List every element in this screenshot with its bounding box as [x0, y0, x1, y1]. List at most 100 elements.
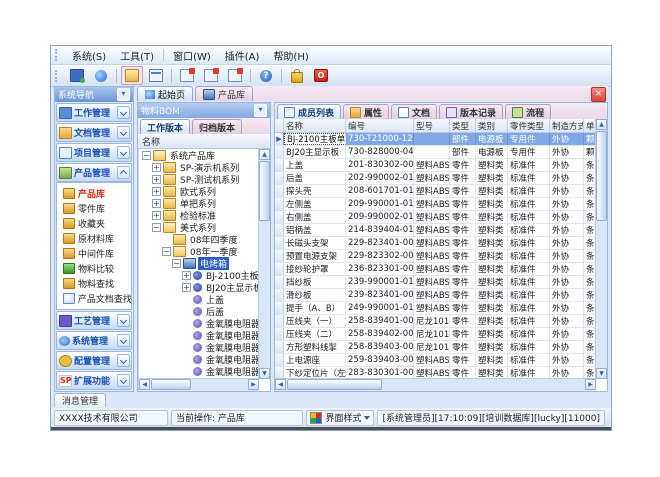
- menu-item[interactable]: 插件(A): [218, 46, 267, 65]
- doc-window-3-button[interactable]: [224, 66, 246, 85]
- chevron-down-icon[interactable]: [117, 146, 130, 159]
- table-row[interactable]: 长磁头支架229-823401-00E塑料ABS零件塑料类标准件外协条: [275, 237, 596, 250]
- toolbar-grip[interactable]: [55, 70, 61, 82]
- column-header[interactable]: 名称: [284, 119, 346, 132]
- table-row[interactable]: 探头壳208-601701-01E塑料ABS零件塑料类标准件外协条: [275, 185, 596, 198]
- table-row[interactable]: 接纱轮护罩236-823301-00E塑料ABS零件塑料类标准件外协条: [275, 263, 596, 276]
- tree-node[interactable]: 08年一季度: [139, 245, 259, 257]
- doc-window-1-button[interactable]: [176, 66, 198, 85]
- column-header[interactable]: 编号: [346, 119, 414, 132]
- sidebar-section-1[interactable]: 工作管理: [56, 103, 132, 122]
- tree-node[interactable]: 后盖: [139, 305, 259, 317]
- sidebar-section-7[interactable]: 配置管理: [56, 351, 132, 370]
- tree-node[interactable]: 电烤箱: [139, 257, 259, 269]
- tree-node[interactable]: 金氧膜电阻器: [139, 341, 259, 353]
- table-row[interactable]: ▶BJ-2100主板单点730-T21000-12E部件电源板专用件外协颗: [275, 133, 596, 146]
- column-header[interactable]: 类型: [450, 119, 476, 132]
- exit-button[interactable]: O: [310, 66, 332, 85]
- scroll-down-icon[interactable]: ▼: [596, 368, 607, 379]
- detail-tab-4[interactable]: 版本记录: [439, 104, 503, 119]
- chevron-down-icon[interactable]: [117, 334, 130, 347]
- sidebar-item-6[interactable]: 物料比较: [57, 261, 131, 276]
- table-row[interactable]: 左侧盖209-990001-01E塑料ABS零件塑料类标准件外协条: [275, 198, 596, 211]
- tree-node[interactable]: SP-测试机系列: [139, 173, 259, 185]
- chevron-down-icon[interactable]: [117, 374, 130, 387]
- table-row[interactable]: 提手（A、B）249-990001-01E塑料ABS零件塑料类标准件外协条: [275, 302, 596, 315]
- menubar-grip[interactable]: [55, 49, 61, 61]
- table-row[interactable]: 后盖202-990002-01E塑料ABS零件塑料类标准件外协条: [275, 172, 596, 185]
- scroll-up-icon[interactable]: ▲: [259, 149, 270, 160]
- collapse-icon[interactable]: [162, 247, 171, 256]
- chevron-up-icon[interactable]: [117, 166, 130, 179]
- menu-item[interactable]: 工具(T): [113, 46, 161, 65]
- tree-column-header[interactable]: 名称: [138, 134, 270, 149]
- table-horizontal-scrollbar[interactable]: ◀ ▶: [275, 378, 596, 391]
- scroll-right-icon[interactable]: ▶: [248, 379, 259, 390]
- sidebar-item-3[interactable]: 收藏夹: [57, 216, 131, 231]
- detail-tab-3[interactable]: 文档: [391, 104, 437, 119]
- tree-node[interactable]: 检验标准: [139, 209, 259, 221]
- scroll-left-icon[interactable]: ◀: [139, 379, 150, 390]
- folder-open-button[interactable]: [121, 66, 143, 85]
- sidebar-section-8[interactable]: SP扩展功能: [56, 371, 132, 390]
- column-header[interactable]: 型号: [414, 119, 450, 132]
- detail-tab-5[interactable]: 流程: [505, 104, 551, 119]
- expand-icon[interactable]: [152, 187, 161, 196]
- table-row[interactable]: 压线夹（二）258-839402-00E尼龙1010零件塑料类标准件外协条: [275, 328, 596, 341]
- tree-scroll-thumb[interactable]: [259, 161, 270, 221]
- globe-button[interactable]: [90, 66, 112, 85]
- table-row[interactable]: 滑纱板239-823401-00E塑料ABS零件塑料类标准件外协条: [275, 289, 596, 302]
- expand-icon[interactable]: [152, 199, 161, 208]
- detail-tab-2[interactable]: 属性: [343, 104, 389, 119]
- detail-tab-1[interactable]: 成员列表: [277, 104, 341, 119]
- sidebar-section-2[interactable]: 文档管理: [56, 123, 132, 142]
- table-row[interactable]: 方形塑料线掣258-839403-00E尼龙1010零件塑料类标准件外协条: [275, 341, 596, 354]
- table-vertical-scrollbar[interactable]: ▲ ▼: [595, 119, 607, 379]
- help-button[interactable]: ?: [255, 66, 277, 85]
- sidebar-item-7[interactable]: 物料查找: [57, 276, 131, 291]
- collapse-icon[interactable]: [142, 151, 151, 160]
- table-scroll-thumb[interactable]: [596, 131, 607, 221]
- sidebar-section-5[interactable]: 工艺管理: [56, 311, 132, 330]
- tree-vertical-scrollbar[interactable]: ▲ ▼: [258, 149, 270, 379]
- table-row[interactable]: 上电源座259-839403-00E塑料ABS零件塑料类标准件外协条: [275, 354, 596, 367]
- close-document-icon[interactable]: ✕: [591, 87, 606, 102]
- chevron-down-icon[interactable]: [117, 126, 130, 139]
- bom-pin-icon[interactable]: ▾: [254, 104, 267, 117]
- tree-node[interactable]: BJ20主显示板: [139, 281, 259, 293]
- monitor-button[interactable]: [66, 66, 88, 85]
- collapse-icon[interactable]: [152, 223, 161, 232]
- sidebar-section-6[interactable]: 系统管理: [56, 331, 132, 350]
- bom-tab-2[interactable]: 归档版本: [192, 119, 242, 134]
- tree-node[interactable]: 金氧膜电阻器: [139, 317, 259, 329]
- ui-style-selector[interactable]: 界面样式: [306, 410, 374, 426]
- tab-message-management[interactable]: 消息管理: [54, 393, 106, 407]
- table-row[interactable]: 铝柄盖214-839404-01E塑料ABS零件塑料类标准件外协条: [275, 224, 596, 237]
- menu-item[interactable]: 帮助(H): [266, 46, 315, 65]
- scroll-left-icon[interactable]: ◀: [275, 379, 286, 390]
- lock-button[interactable]: [286, 66, 308, 85]
- tree-node[interactable]: 系统产品库: [139, 149, 259, 161]
- document-tab-2[interactable]: 产品库: [195, 86, 253, 101]
- menu-item[interactable]: 窗口(W): [166, 46, 218, 65]
- tree-node[interactable]: 上盖: [139, 293, 259, 305]
- pin-icon[interactable]: ▾: [117, 88, 130, 101]
- column-header[interactable]: 零件类型: [508, 119, 550, 132]
- chevron-down-icon[interactable]: [117, 354, 130, 367]
- scroll-right-icon[interactable]: ▶: [585, 379, 596, 390]
- expand-icon[interactable]: [182, 271, 191, 280]
- chevron-down-icon[interactable]: [117, 314, 130, 327]
- scroll-up-icon[interactable]: ▲: [596, 119, 607, 130]
- tree-node[interactable]: BJ-2100主板单点: [139, 269, 259, 281]
- tree-node[interactable]: 金氧膜电阻器: [139, 353, 259, 365]
- tree-hscroll-thumb[interactable]: [151, 379, 191, 390]
- tree-node[interactable]: SP-演示机系列: [139, 161, 259, 173]
- tree-node[interactable]: 金氧膜电阻器: [139, 365, 259, 377]
- tree-horizontal-scrollbar[interactable]: ◀ ▶: [139, 378, 259, 391]
- expand-icon[interactable]: [182, 283, 191, 292]
- table-row[interactable]: BJ20主显示板730-828000-04E部件电源板专用件外协颗: [275, 146, 596, 159]
- expand-icon[interactable]: [152, 163, 161, 172]
- tree-node[interactable]: 金氧膜电阻器: [139, 329, 259, 341]
- expand-icon[interactable]: [152, 175, 161, 184]
- document-tab-1[interactable]: 起始页: [137, 86, 193, 101]
